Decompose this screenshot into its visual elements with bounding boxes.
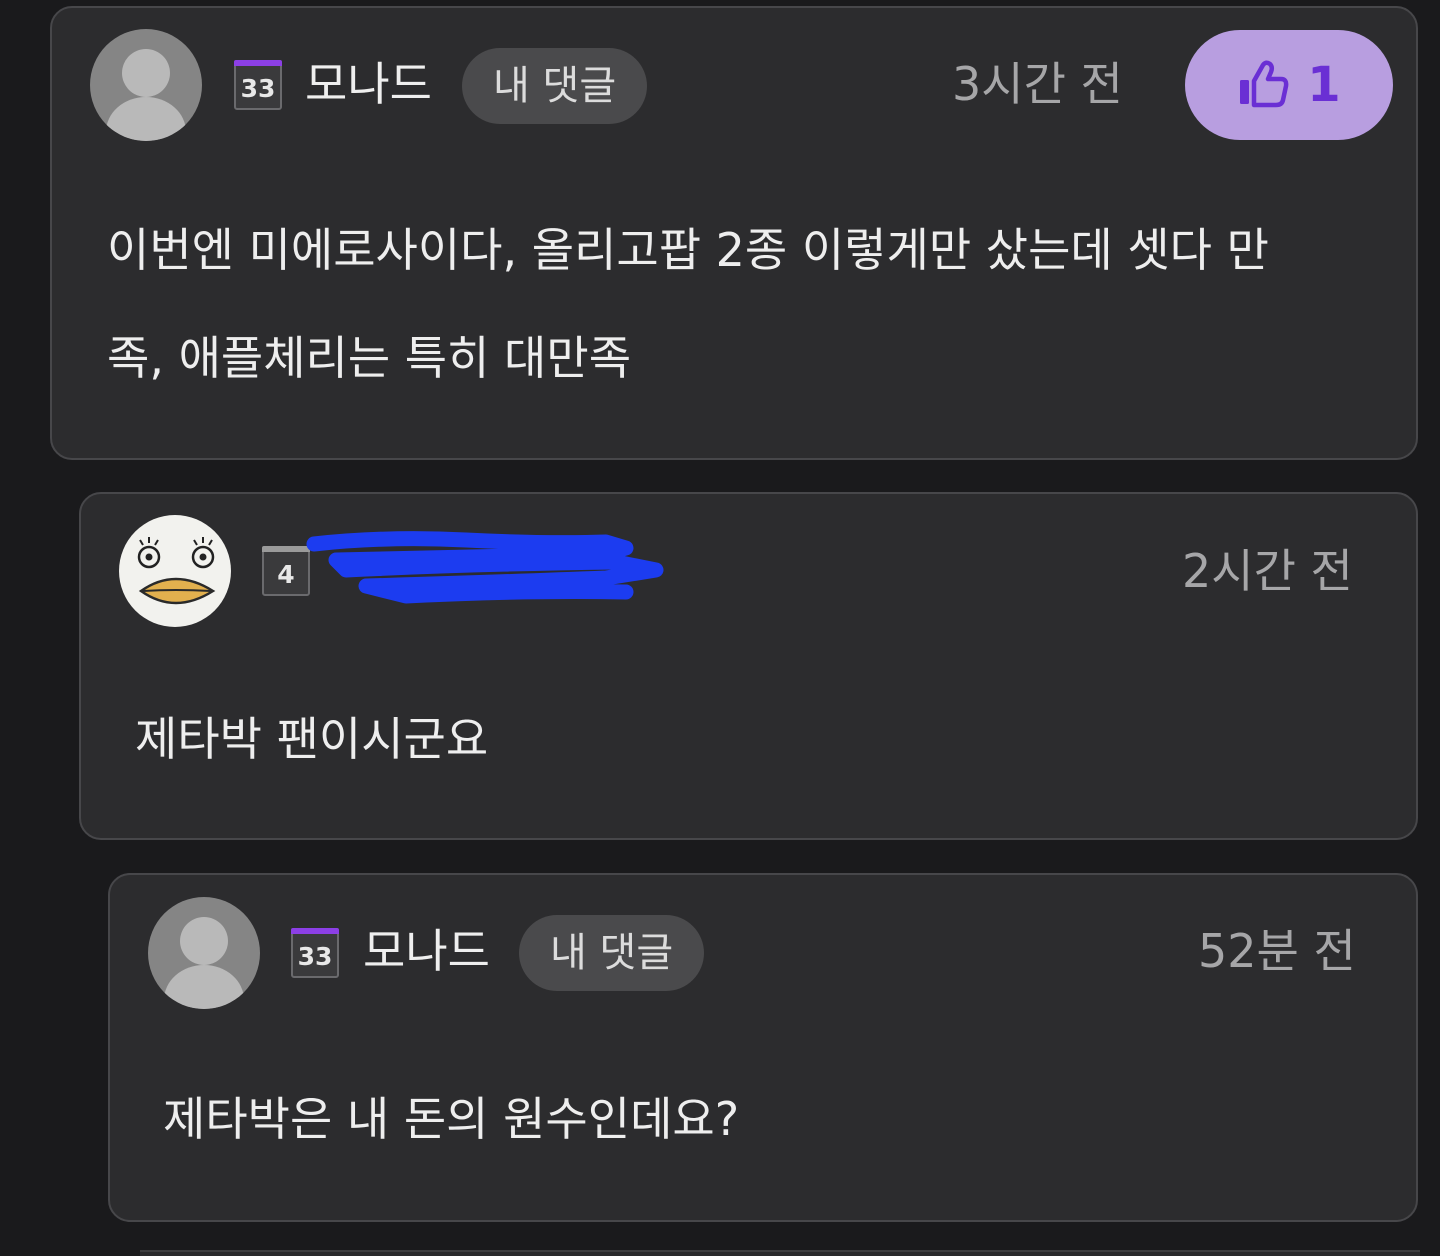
- author-nickname[interactable]: 모나드: [363, 923, 490, 979]
- thumbs-up-icon: [1240, 60, 1289, 108]
- level-badge: 33: [291, 928, 339, 978]
- avatar[interactable]: [119, 515, 231, 627]
- comment-time: 52분 전: [1198, 924, 1356, 978]
- like-button[interactable]: 1: [1185, 30, 1393, 140]
- avatar-body-shape: [164, 965, 244, 1009]
- redacted-nickname-scribble: [306, 531, 664, 604]
- comment-text-line: 이번엔 미에로사이다, 올리고팝 2종 이렇게만 샀는데 셋다 만: [107, 223, 1269, 277]
- comment-time: 2시간 전: [1182, 544, 1353, 598]
- next-card-edge: [140, 1250, 1420, 1256]
- level-number: 4: [277, 560, 295, 589]
- avatar-head-shape: [122, 49, 170, 97]
- my-comment-badge: 내 댓글: [519, 915, 705, 991]
- comment-text-line: 제타박은 내 돈의 원수인데요?: [163, 1092, 740, 1146]
- author-nickname[interactable]: 모나드: [305, 56, 432, 112]
- like-count: 1: [1307, 57, 1341, 113]
- level-number: 33: [240, 74, 276, 103]
- avatar-head-shape: [180, 917, 228, 965]
- level-badge: 4: [262, 546, 310, 596]
- level-badge-bar: [262, 546, 310, 552]
- duck-face-icon: [137, 537, 216, 605]
- level-number: 33: [297, 942, 333, 971]
- avatar-body-shape: [106, 97, 186, 141]
- comment-text-line: 제타박 팬이시군요: [135, 712, 489, 766]
- level-badge-bar: [291, 928, 339, 934]
- level-badge-bar: [234, 60, 282, 66]
- comment-text-line: 족, 애플체리는 특히 대만족: [107, 331, 632, 385]
- level-badge: 33: [234, 60, 282, 110]
- avatar[interactable]: [148, 897, 260, 1009]
- comment-time: 3시간 전: [952, 57, 1123, 111]
- comment-thread: 33 모나드 내 댓글 3시간 전 1 이번엔 미에로사이다, 올리고팝 2종 …: [0, 0, 1440, 1256]
- my-comment-badge: 내 댓글: [462, 48, 648, 124]
- avatar[interactable]: [90, 29, 202, 141]
